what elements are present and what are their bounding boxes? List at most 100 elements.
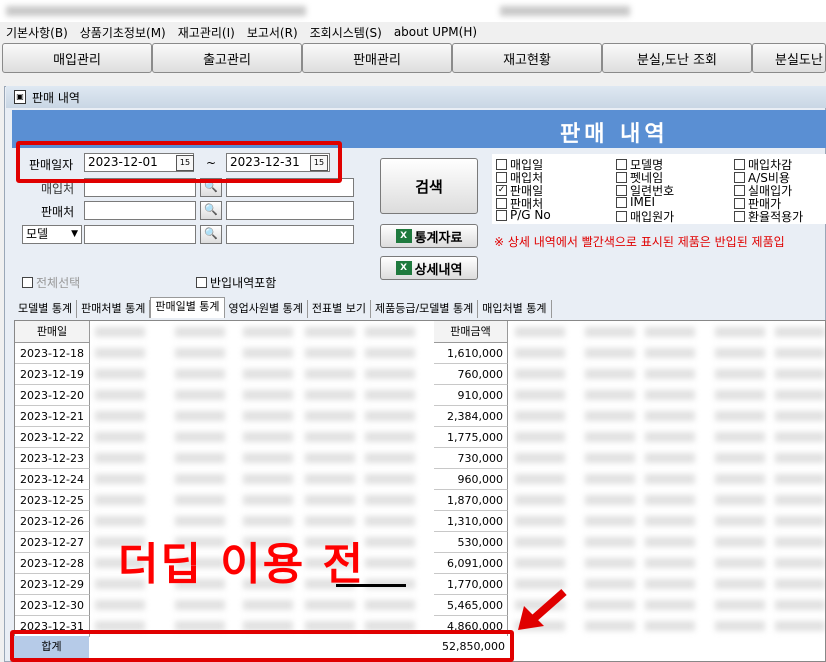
- blurred-cell: [715, 621, 765, 631]
- blurred-cell: [585, 348, 635, 358]
- subtab-grade-model[interactable]: 제품등급/모델별 통계: [371, 300, 479, 318]
- tab-loss[interactable]: 분실도난: [752, 43, 826, 73]
- search-button[interactable]: 검색: [380, 158, 478, 214]
- blurred-cell: [175, 474, 225, 484]
- row-date[interactable]: 2023-12-19: [15, 364, 90, 385]
- model-field[interactable]: [84, 225, 196, 244]
- blurred-cell: [585, 558, 635, 568]
- row-date[interactable]: 2023-12-23: [15, 448, 90, 469]
- subtab-sale-date[interactable]: 판매일별 통계: [150, 297, 225, 318]
- blurred-cell: [95, 474, 145, 484]
- row-date[interactable]: 2023-12-21: [15, 406, 90, 427]
- blurred-cell: [175, 600, 225, 610]
- blurred-cell: [645, 411, 695, 421]
- model-select[interactable]: 모델 ▼: [22, 225, 82, 244]
- menu-report[interactable]: 보고서(R): [241, 24, 304, 41]
- detail-button[interactable]: X 상세내역: [380, 256, 478, 280]
- row-amount[interactable]: 1,870,000: [434, 490, 508, 511]
- subtab-slip[interactable]: 전표별 보기: [308, 300, 371, 318]
- row-amount[interactable]: 1,770,000: [434, 574, 508, 595]
- row-date[interactable]: 2023-12-30: [15, 595, 90, 616]
- checkbox-label: IMEI: [630, 195, 656, 209]
- row-date[interactable]: 2023-12-27: [15, 532, 90, 553]
- tab-shipment[interactable]: 출고관리: [152, 43, 302, 73]
- tab-stock[interactable]: 재고현황: [452, 43, 602, 73]
- tab-loss-query[interactable]: 분실,도난 조회: [602, 43, 752, 73]
- blurred-cell: [775, 432, 825, 442]
- blurred-cell: [365, 537, 415, 547]
- seller-field[interactable]: [84, 201, 196, 220]
- search-icon[interactable]: 🔍: [200, 201, 222, 220]
- search-icon[interactable]: 🔍: [200, 225, 222, 244]
- blurred-cell: [365, 432, 415, 442]
- row-date[interactable]: 2023-12-18: [15, 343, 90, 364]
- blurred-cell: [715, 453, 765, 463]
- row-date[interactable]: 2023-12-26: [15, 511, 90, 532]
- blurred-cell: [775, 495, 825, 505]
- blurred-cell: [775, 327, 825, 337]
- menu-product[interactable]: 상품기초정보(M): [74, 24, 172, 41]
- subtab-seller[interactable]: 판매처별 통계: [77, 300, 151, 318]
- row-amount[interactable]: 6,091,000: [434, 553, 508, 574]
- blurred-cell: [775, 600, 825, 610]
- row-amount[interactable]: 530,000: [434, 532, 508, 553]
- subtab-salesperson[interactable]: 영업사원별 통계: [225, 300, 308, 318]
- unchecked-icon: [616, 196, 627, 208]
- column-option-checkbox[interactable]: IMEI: [616, 195, 655, 209]
- tab-sales[interactable]: 판매관리: [302, 43, 452, 73]
- amount-column-header[interactable]: 판매금액: [434, 321, 508, 343]
- menu-inventory[interactable]: 재고관리(I): [172, 24, 241, 41]
- blurred-cell: [95, 390, 145, 400]
- column-option-checkbox[interactable]: 매입원가: [616, 208, 674, 225]
- column-option-checkbox[interactable]: P/G No: [496, 208, 551, 222]
- row-date[interactable]: 2023-12-25: [15, 490, 90, 511]
- subtab-model[interactable]: 모델별 통계: [14, 300, 78, 318]
- row-date[interactable]: 2023-12-22: [15, 427, 90, 448]
- blurred-cell: [515, 558, 565, 568]
- row-date[interactable]: 2023-12-28: [15, 553, 90, 574]
- blurred-cell: [515, 516, 565, 526]
- row-date[interactable]: 2023-12-24: [15, 469, 90, 490]
- row-amount[interactable]: 910,000: [434, 385, 508, 406]
- annotation-text: 더딥 이용 전: [118, 539, 366, 590]
- menu-about[interactable]: about UPM(H): [388, 25, 483, 39]
- blurred-cell: [243, 411, 293, 421]
- include-returns-checkbox[interactable]: 반입내역포함: [196, 274, 276, 291]
- blurred-cell: [95, 369, 145, 379]
- menu-query[interactable]: 조회시스템(S): [304, 24, 388, 41]
- blurred-cell: [305, 516, 355, 526]
- blurred-cell: [645, 537, 695, 547]
- model-name-field[interactable]: [226, 225, 354, 244]
- stats-button[interactable]: X 통계자료: [380, 224, 478, 248]
- row-date[interactable]: 2023-12-29: [15, 574, 90, 595]
- blurred-cell: [645, 579, 695, 589]
- blurred-cell: [95, 516, 145, 526]
- row-date[interactable]: 2023-12-20: [15, 385, 90, 406]
- row-amount[interactable]: 760,000: [434, 364, 508, 385]
- blurred-cell: [645, 453, 695, 463]
- blurred-title: [6, 6, 306, 16]
- row-amount[interactable]: 1,610,000: [434, 343, 508, 364]
- row-amount[interactable]: 5,465,000: [434, 595, 508, 616]
- row-amount[interactable]: 1,775,000: [434, 427, 508, 448]
- blurred-cell: [305, 453, 355, 463]
- blurred-cell: [585, 327, 635, 337]
- subtab-supplier[interactable]: 매입처별 통계: [478, 300, 552, 318]
- window-titlebar: ▣ 판매 내역: [6, 86, 826, 108]
- blurred-cell: [585, 474, 635, 484]
- select-all-checkbox[interactable]: 전체선택: [22, 274, 80, 291]
- blurred-cell: [585, 495, 635, 505]
- row-amount[interactable]: 730,000: [434, 448, 508, 469]
- tab-purchase[interactable]: 매입관리: [2, 43, 152, 73]
- blurred-cell: [645, 369, 695, 379]
- excel-icon: X: [395, 261, 412, 275]
- blurred-cell: [243, 432, 293, 442]
- date-column-header[interactable]: 판매일: [15, 321, 90, 343]
- row-amount[interactable]: 1,310,000: [434, 511, 508, 532]
- blurred-cell: [585, 621, 635, 631]
- menu-basic[interactable]: 기본사항(B): [0, 24, 74, 41]
- column-option-checkbox[interactable]: 환율적용가: [734, 208, 803, 225]
- seller-name-field[interactable]: [226, 201, 354, 220]
- row-amount[interactable]: 2,384,000: [434, 406, 508, 427]
- row-amount[interactable]: 960,000: [434, 469, 508, 490]
